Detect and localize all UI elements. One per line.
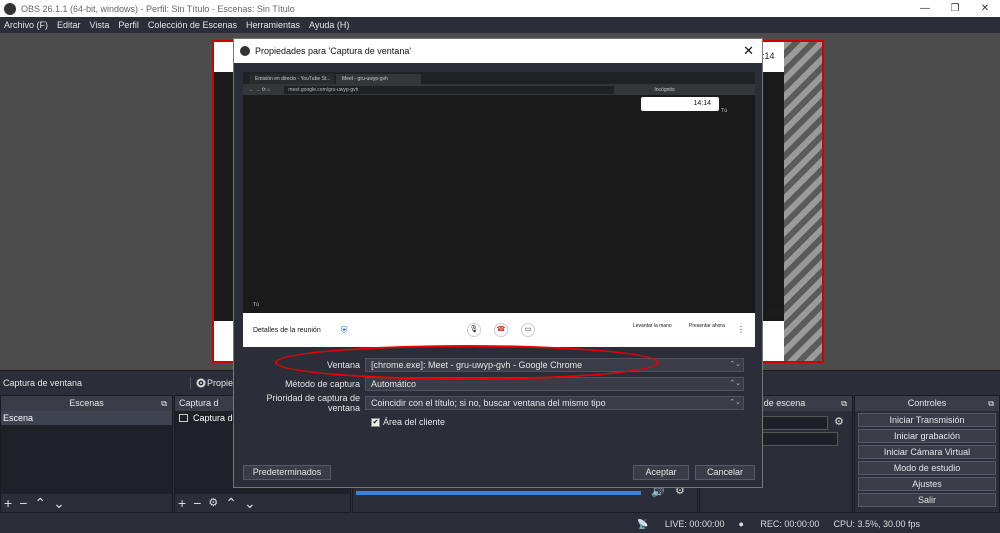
capture-method-label: Método de captura bbox=[284, 379, 360, 389]
add-scene-icon[interactable]: + bbox=[4, 496, 12, 510]
browser-address-bar: ← → ⟳ ⌂ meet.google.com/gru-uwyp-gvh Inc… bbox=[243, 84, 755, 95]
meet-controls-bar: Detalles de la reunión ⛨ 🎙 ☎ ▭ Levantar … bbox=[243, 313, 755, 347]
chevron-updown-icon: ⌃⌄ bbox=[729, 380, 741, 387]
menu-archivo[interactable]: Archivo (F) bbox=[4, 20, 48, 30]
meet-clock: 14:14 bbox=[641, 97, 719, 111]
menu-vista[interactable]: Vista bbox=[90, 20, 110, 30]
properties-dialog: Propiedades para 'Captura de ventana' ✕ … bbox=[233, 38, 763, 488]
gear-icon bbox=[196, 378, 206, 387]
dialog-close-button[interactable]: ✕ bbox=[743, 43, 754, 59]
dock-float-icon[interactable]: ⧉ bbox=[988, 396, 994, 411]
menu-coleccion-escenas[interactable]: Colección de Escenas bbox=[148, 20, 237, 30]
menu-bar: Archivo (F) Editar Vista Perfil Colecció… bbox=[0, 17, 1000, 33]
incognito-label: Incógnito bbox=[654, 86, 675, 93]
title-bar: OBS 26.1.1 (64-bit, windows) - Perfil: S… bbox=[0, 0, 1000, 17]
transition-gear-icon[interactable]: ⚙ bbox=[834, 415, 844, 428]
rec-status: ● REC: 00:00:00 bbox=[738, 519, 820, 529]
studio-mode-button[interactable]: Modo de estudio bbox=[858, 461, 996, 475]
menu-editar[interactable]: Editar bbox=[57, 20, 81, 30]
raise-hand-label: Levantar la mano bbox=[633, 323, 672, 329]
client-area-checkbox-row[interactable]: ✔ Área del cliente bbox=[371, 417, 445, 427]
scenes-title: Escenas bbox=[69, 398, 104, 408]
settings-button[interactable]: Ajustes bbox=[858, 477, 996, 491]
mic-icon: 🎙 bbox=[467, 323, 481, 337]
capture-priority-label: Prioridad de captura de ventana bbox=[266, 393, 360, 413]
scenes-dock: Escenas ⧉ Escena + − ⌃ ⌄ bbox=[0, 395, 173, 513]
move-up-icon[interactable]: ⌃ bbox=[225, 496, 237, 510]
status-bar: 📡 LIVE: 00:00:00 ● REC: 00:00:00 CPU: 3.… bbox=[0, 515, 1000, 533]
source-settings-gear-icon[interactable]: ⚙ bbox=[208, 496, 218, 510]
maximize-button[interactable]: ❐ bbox=[940, 0, 970, 17]
move-down-icon[interactable]: ⌄ bbox=[53, 496, 65, 510]
remove-source-icon[interactable]: − bbox=[193, 496, 201, 510]
move-up-icon[interactable]: ⌃ bbox=[34, 496, 46, 510]
hangup-icon: ☎ bbox=[494, 323, 508, 337]
source-visibility-icon[interactable] bbox=[179, 414, 188, 422]
meet-video-area: 14:14 Tú Tú bbox=[243, 95, 755, 313]
exit-button[interactable]: Salir bbox=[858, 493, 996, 507]
browser-tab-strip: Emisión en directo - YouTube St... Meet … bbox=[243, 72, 755, 84]
obs-logo-icon bbox=[4, 2, 16, 15]
window-title: OBS 26.1.1 (64-bit, windows) - Perfil: S… bbox=[21, 3, 295, 14]
menu-perfil[interactable]: Perfil bbox=[118, 20, 139, 30]
browser-tab-active: Meet - gru-uwyp-gvh bbox=[336, 74, 421, 84]
cpu-status: CPU: 3.5%, 30.00 fps bbox=[833, 519, 920, 529]
move-down-icon[interactable]: ⌄ bbox=[244, 496, 256, 510]
menu-herramientas[interactable]: Herramientas bbox=[246, 20, 300, 30]
meeting-details: Detalles de la reunión bbox=[253, 326, 321, 334]
browser-tab: Emisión en directo - YouTube St... bbox=[249, 74, 334, 84]
cancel-button[interactable]: Cancelar bbox=[695, 465, 755, 480]
annotation-ellipse bbox=[275, 345, 659, 380]
defaults-button[interactable]: Predeterminados bbox=[243, 465, 331, 480]
browser-url: meet.google.com/gru-uwyp-gvh bbox=[284, 85, 615, 94]
scene-list-item[interactable]: Escena bbox=[1, 411, 172, 425]
preview-present-peek: r ahora bbox=[762, 310, 785, 317]
menu-ayuda[interactable]: Ayuda (H) bbox=[309, 20, 349, 30]
client-area-checkbox[interactable]: ✔ bbox=[371, 417, 380, 427]
start-virtual-camera-button[interactable]: Iniciar Cámara Virtual bbox=[858, 445, 996, 459]
camera-icon: ▭ bbox=[521, 323, 535, 337]
dialog-title-bar: Propiedades para 'Captura de ventana' ✕ bbox=[234, 39, 762, 63]
chevron-updown-icon: ⌃⌄ bbox=[729, 361, 741, 368]
selected-source-name: Captura de ventana bbox=[3, 377, 83, 388]
shield-icon: ⛨ bbox=[340, 324, 348, 335]
chevron-updown-icon: ⌃⌄ bbox=[729, 399, 741, 406]
add-source-icon[interactable]: + bbox=[178, 496, 186, 510]
capture-preview: Emisión en directo - YouTube St... Meet … bbox=[243, 72, 755, 347]
client-area-label: Área del cliente bbox=[383, 417, 446, 427]
start-streaming-button[interactable]: Iniciar Transmisión bbox=[858, 413, 996, 427]
capture-priority-row: Prioridad de captura de ventana Coincidi… bbox=[234, 393, 764, 413]
volume-slider[interactable] bbox=[356, 491, 641, 495]
controls-dock: Controles ⧉ Iniciar Transmisión Iniciar g… bbox=[854, 395, 1000, 513]
properties-button[interactable]: Propie bbox=[190, 376, 234, 389]
obs-logo-icon bbox=[240, 46, 250, 56]
preview-time-peek: :14 bbox=[760, 44, 784, 68]
capture-priority-select[interactable]: Coincidir con el título; si no, buscar v… bbox=[365, 396, 744, 410]
source-item-label: Captura de bbox=[193, 413, 238, 423]
meet-you-label-top: Tú bbox=[721, 108, 727, 114]
dialog-title: Propiedades para 'Captura de ventana' bbox=[255, 46, 412, 56]
accept-button[interactable]: Aceptar bbox=[633, 465, 689, 480]
more-options-icon: ⋮ bbox=[737, 325, 745, 334]
controls-title: Controles bbox=[907, 398, 947, 408]
sources-title: Captura d bbox=[179, 398, 219, 408]
dock-float-icon[interactable]: ⧉ bbox=[841, 396, 847, 411]
dock-float-icon[interactable]: ⧉ bbox=[161, 396, 167, 411]
out-of-bounds-area bbox=[784, 42, 822, 361]
live-status: 📡 LIVE: 00:00:00 bbox=[637, 518, 725, 529]
browser-nav-icons: ← → ⟳ ⌂ bbox=[249, 86, 271, 93]
minimize-button[interactable]: — bbox=[910, 0, 940, 17]
close-button[interactable]: ✕ bbox=[970, 0, 1000, 17]
properties-label: Propie bbox=[207, 377, 234, 388]
meet-you-label: Tú bbox=[253, 302, 259, 308]
present-now-label: Presentar ahora bbox=[689, 323, 725, 329]
start-recording-button[interactable]: Iniciar grabación bbox=[858, 429, 996, 443]
remove-scene-icon[interactable]: − bbox=[19, 496, 27, 510]
